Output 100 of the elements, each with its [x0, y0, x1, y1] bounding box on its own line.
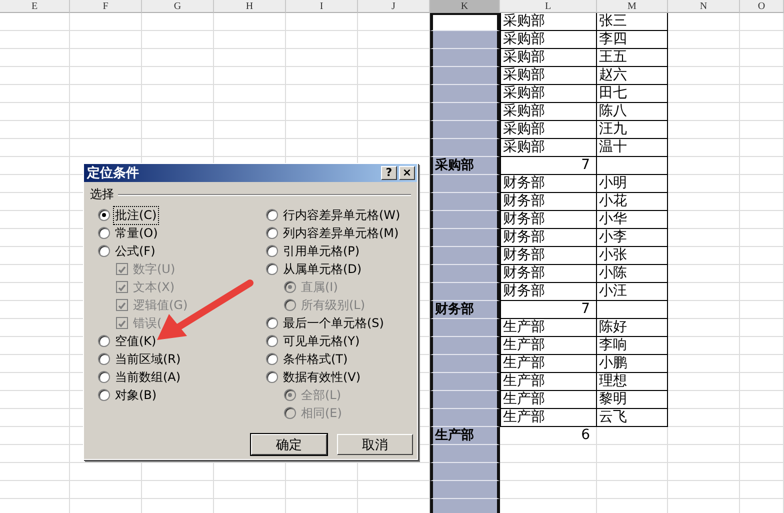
empty-cell	[142, 463, 214, 481]
column-header[interactable]: K	[430, 0, 500, 13]
empty-cell	[668, 319, 740, 337]
selected-cell: 财务部	[430, 301, 500, 319]
option-label[interactable]: 当前数组(A)	[114, 368, 182, 386]
table-cell: 小汪	[597, 283, 668, 301]
table-cell: 理想	[597, 373, 668, 391]
option-label[interactable]: 最后一个单元格(S)	[282, 314, 385, 332]
radio-button[interactable]	[98, 389, 110, 401]
close-button[interactable]: ×	[399, 166, 415, 180]
option-label[interactable]: 数据有效性(V)	[282, 368, 362, 386]
option-label[interactable]: 对象(B)	[114, 386, 158, 404]
option-label[interactable]: 批注(C)	[114, 206, 158, 224]
option-label[interactable]: 常量(O)	[114, 224, 159, 242]
empty-cell	[740, 67, 784, 85]
radio-button[interactable]	[266, 371, 278, 383]
empty-cell	[740, 427, 784, 445]
empty-cell	[0, 31, 70, 49]
empty-cell	[668, 31, 740, 49]
empty-cell	[214, 31, 286, 49]
empty-cell	[740, 445, 784, 463]
table-cell: 采购部	[500, 139, 597, 157]
empty-cell	[668, 247, 740, 265]
table-cell: 生产部	[500, 409, 597, 427]
option-label[interactable]: 从属单元格(D)	[282, 260, 363, 278]
empty-cell	[0, 13, 70, 31]
column-header[interactable]: G	[142, 0, 214, 13]
empty-cell	[740, 265, 784, 283]
column-header[interactable]: E	[0, 0, 70, 13]
table-cell: 生产部	[500, 319, 597, 337]
radio-button[interactable]	[266, 335, 278, 347]
table-cell: 生产部	[500, 373, 597, 391]
option-label[interactable]: 可见单元格(Y)	[282, 332, 361, 350]
empty-cell	[740, 391, 784, 409]
table-cell: 小张	[597, 247, 668, 265]
column-header[interactable]: J	[358, 0, 430, 13]
radio-button[interactable]	[98, 245, 110, 257]
empty-cell	[668, 13, 740, 31]
radio-button[interactable]	[98, 209, 110, 221]
empty-cell	[142, 121, 214, 139]
table-cell: 采购部	[500, 85, 597, 103]
option-label[interactable]: 公式(F)	[114, 242, 156, 260]
table-cell: 云飞	[597, 409, 668, 427]
empty-cell	[668, 301, 740, 319]
empty-cell	[668, 283, 740, 301]
empty-cell	[142, 481, 214, 499]
option-label[interactable]: 列内容差异单元格(M)	[282, 224, 400, 242]
empty-cell	[740, 247, 784, 265]
column-header[interactable]: I	[286, 0, 358, 13]
empty-cell	[286, 67, 358, 85]
table-cell: 小李	[597, 229, 668, 247]
empty-cell	[740, 409, 784, 427]
column-header[interactable]: L	[500, 0, 597, 13]
option-label[interactable]: 行内容差异单元格(W)	[282, 206, 402, 224]
empty-cell	[0, 49, 70, 67]
empty-cell	[286, 463, 358, 481]
radio-button[interactable]	[266, 353, 278, 365]
column-header[interactable]: M	[597, 0, 668, 13]
empty-cell	[0, 481, 70, 499]
empty-cell	[740, 49, 784, 67]
selected-cell	[430, 445, 500, 463]
radio-button[interactable]	[98, 227, 110, 239]
empty-cell	[668, 157, 740, 175]
help-button[interactable]: ?	[381, 166, 397, 180]
radio-button[interactable]	[266, 263, 278, 275]
ok-button[interactable]: 确定	[251, 434, 327, 455]
empty-cell	[70, 13, 142, 31]
column-header[interactable]: O	[740, 0, 784, 13]
radio-button[interactable]	[98, 335, 110, 347]
radio-button[interactable]	[266, 227, 278, 239]
column-header[interactable]: H	[214, 0, 286, 13]
cancel-button[interactable]: 取消	[337, 434, 413, 455]
table-cell: 张三	[597, 13, 668, 31]
table-cell: 小华	[597, 211, 668, 229]
empty-cell	[597, 481, 668, 499]
table-cell: 采购部	[500, 121, 597, 139]
empty-cell	[70, 103, 142, 121]
radio-button[interactable]	[98, 371, 110, 383]
column-header[interactable]: F	[70, 0, 142, 13]
radio-button[interactable]	[266, 245, 278, 257]
table-cell: 7	[500, 301, 597, 319]
radio-button[interactable]	[266, 317, 278, 329]
table-cell: 采购部	[500, 103, 597, 121]
radio-button[interactable]	[98, 353, 110, 365]
option-label[interactable]: 当前区域(R)	[114, 350, 182, 368]
empty-cell	[214, 13, 286, 31]
empty-cell	[0, 103, 70, 121]
radio-button[interactable]	[266, 209, 278, 221]
column-header[interactable]: N	[668, 0, 740, 13]
option-label[interactable]: 条件格式(T)	[282, 350, 349, 368]
option-label[interactable]: 空值(K)	[114, 332, 158, 350]
option-label[interactable]: 引用单元格(P)	[282, 242, 361, 260]
table-cell: 赵六	[597, 67, 668, 85]
empty-cell	[142, 13, 214, 31]
empty-cell	[740, 229, 784, 247]
empty-cell	[142, 67, 214, 85]
empty-cell	[286, 481, 358, 499]
empty-cell	[0, 67, 70, 85]
empty-cell	[740, 481, 784, 499]
empty-cell	[668, 121, 740, 139]
